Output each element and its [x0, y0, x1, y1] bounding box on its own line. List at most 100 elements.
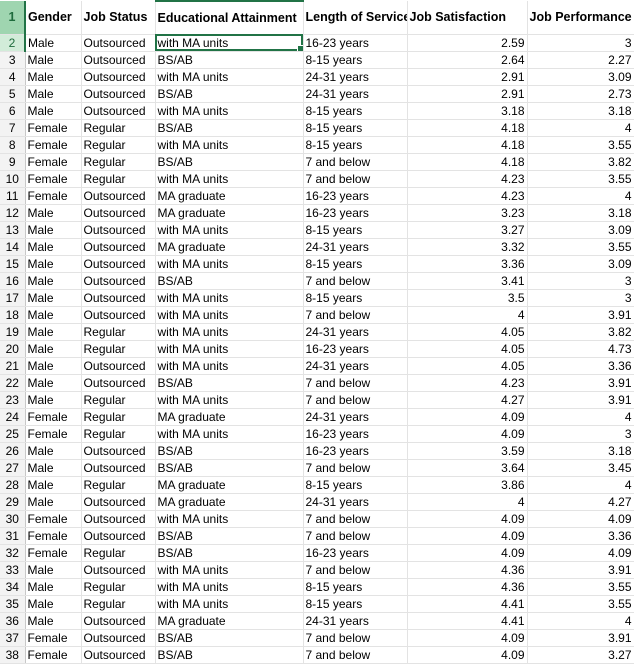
- job-status-cell[interactable]: Regular: [81, 578, 156, 596]
- row-number[interactable]: 9: [0, 153, 26, 171]
- gender-cell[interactable]: Female: [25, 510, 82, 528]
- educational-attainment-cell[interactable]: with MA units: [155, 595, 304, 613]
- educational-attainment-cell[interactable]: with MA units: [155, 578, 304, 596]
- job-satisfaction-cell[interactable]: 4.09: [407, 629, 528, 647]
- row-number[interactable]: 18: [0, 306, 26, 324]
- job-satisfaction-cell[interactable]: 3.36: [407, 255, 528, 273]
- gender-cell[interactable]: Male: [25, 493, 82, 511]
- row-number[interactable]: 29: [0, 493, 26, 511]
- row-number[interactable]: 19: [0, 323, 26, 341]
- job-performance-cell[interactable]: 3.45: [527, 459, 634, 477]
- job-performance-cell[interactable]: 3.09: [527, 221, 634, 239]
- job-satisfaction-cell[interactable]: 4.05: [407, 340, 528, 358]
- header-cell-job-satisfaction[interactable]: Job Satisfaction: [407, 1, 528, 35]
- educational-attainment-cell[interactable]: with MA units: [155, 306, 304, 324]
- educational-attainment-cell[interactable]: with MA units: [155, 68, 304, 86]
- educational-attainment-cell[interactable]: with MA units: [155, 255, 304, 273]
- gender-cell[interactable]: Female: [25, 153, 82, 171]
- job-performance-cell[interactable]: 3.36: [527, 527, 634, 545]
- gender-cell[interactable]: Female: [25, 119, 82, 137]
- spreadsheet-grid[interactable]: 1 Gender Job Status Educational Attainme…: [0, 0, 634, 664]
- job-performance-cell[interactable]: 3.55: [527, 595, 634, 613]
- length-of-service-cell[interactable]: 8-15 years: [303, 289, 408, 307]
- job-status-cell[interactable]: Outsourced: [81, 68, 156, 86]
- row-number[interactable]: 13: [0, 221, 26, 239]
- job-status-cell[interactable]: Regular: [81, 340, 156, 358]
- gender-cell[interactable]: Male: [25, 68, 82, 86]
- job-status-cell[interactable]: Outsourced: [81, 204, 156, 222]
- row-number[interactable]: 16: [0, 272, 26, 290]
- job-satisfaction-cell[interactable]: 4.09: [407, 510, 528, 528]
- job-satisfaction-cell[interactable]: 2.91: [407, 85, 528, 103]
- gender-cell[interactable]: Male: [25, 357, 82, 375]
- length-of-service-cell[interactable]: 8-15 years: [303, 136, 408, 154]
- length-of-service-cell[interactable]: 7 and below: [303, 527, 408, 545]
- row-number[interactable]: 24: [0, 408, 26, 426]
- length-of-service-cell[interactable]: 24-31 years: [303, 408, 408, 426]
- job-status-cell[interactable]: Outsourced: [81, 493, 156, 511]
- length-of-service-cell[interactable]: 16-23 years: [303, 340, 408, 358]
- educational-attainment-cell[interactable]: MA graduate: [155, 204, 304, 222]
- job-status-cell[interactable]: Regular: [81, 425, 156, 443]
- job-satisfaction-cell[interactable]: 4.41: [407, 612, 528, 630]
- length-of-service-cell[interactable]: 16-23 years: [303, 34, 408, 52]
- job-status-cell[interactable]: Outsourced: [81, 85, 156, 103]
- gender-cell[interactable]: Female: [25, 170, 82, 188]
- job-satisfaction-cell[interactable]: 4.41: [407, 595, 528, 613]
- job-performance-cell[interactable]: 4: [527, 119, 634, 137]
- gender-cell[interactable]: Male: [25, 255, 82, 273]
- job-performance-cell[interactable]: 3.91: [527, 391, 634, 409]
- job-satisfaction-cell[interactable]: 3.41: [407, 272, 528, 290]
- job-satisfaction-cell[interactable]: 3.86: [407, 476, 528, 494]
- job-status-cell[interactable]: Outsourced: [81, 102, 156, 120]
- gender-cell[interactable]: Male: [25, 578, 82, 596]
- job-performance-cell[interactable]: 3.91: [527, 561, 634, 579]
- row-number[interactable]: 34: [0, 578, 26, 596]
- job-status-cell[interactable]: Outsourced: [81, 612, 156, 630]
- row-number[interactable]: 28: [0, 476, 26, 494]
- job-satisfaction-cell[interactable]: 4: [407, 306, 528, 324]
- gender-cell[interactable]: Male: [25, 306, 82, 324]
- job-satisfaction-cell[interactable]: 3.27: [407, 221, 528, 239]
- row-number[interactable]: 33: [0, 561, 26, 579]
- job-status-cell[interactable]: Regular: [81, 170, 156, 188]
- educational-attainment-cell[interactable]: MA graduate: [155, 612, 304, 630]
- job-satisfaction-cell[interactable]: 4.23: [407, 374, 528, 392]
- job-status-cell[interactable]: Outsourced: [81, 255, 156, 273]
- gender-cell[interactable]: Male: [25, 238, 82, 256]
- row-number[interactable]: 30: [0, 510, 26, 528]
- job-status-cell[interactable]: Outsourced: [81, 238, 156, 256]
- educational-attainment-cell[interactable]: BS/AB: [155, 442, 304, 460]
- job-performance-cell[interactable]: 3.55: [527, 578, 634, 596]
- gender-cell[interactable]: Female: [25, 408, 82, 426]
- job-performance-cell[interactable]: 3.55: [527, 238, 634, 256]
- job-satisfaction-cell[interactable]: 4.09: [407, 527, 528, 545]
- job-satisfaction-cell[interactable]: 4.09: [407, 425, 528, 443]
- job-status-cell[interactable]: Regular: [81, 136, 156, 154]
- job-status-cell[interactable]: Outsourced: [81, 629, 156, 647]
- educational-attainment-cell[interactable]: MA graduate: [155, 493, 304, 511]
- header-cell-educational-attainment[interactable]: Educational Attainment: [155, 0, 304, 35]
- row-number[interactable]: 23: [0, 391, 26, 409]
- job-status-cell[interactable]: Regular: [81, 408, 156, 426]
- gender-cell[interactable]: Male: [25, 374, 82, 392]
- row-number[interactable]: 22: [0, 374, 26, 392]
- row-number[interactable]: 20: [0, 340, 26, 358]
- row-number[interactable]: 15: [0, 255, 26, 273]
- gender-cell[interactable]: Female: [25, 646, 82, 664]
- length-of-service-cell[interactable]: 24-31 years: [303, 85, 408, 103]
- job-status-cell[interactable]: Outsourced: [81, 51, 156, 69]
- length-of-service-cell[interactable]: 7 and below: [303, 510, 408, 528]
- job-performance-cell[interactable]: 3.82: [527, 323, 634, 341]
- educational-attainment-cell[interactable]: BS/AB: [155, 272, 304, 290]
- row-number[interactable]: 1: [0, 1, 26, 35]
- gender-cell[interactable]: Male: [25, 442, 82, 460]
- educational-attainment-cell[interactable]: MA graduate: [155, 408, 304, 426]
- educational-attainment-cell[interactable]: with MA units: [155, 323, 304, 341]
- educational-attainment-cell[interactable]: BS/AB: [155, 629, 304, 647]
- row-number[interactable]: 6: [0, 102, 26, 120]
- length-of-service-cell[interactable]: 7 and below: [303, 646, 408, 664]
- job-satisfaction-cell[interactable]: 4.05: [407, 323, 528, 341]
- row-number[interactable]: 4: [0, 68, 26, 86]
- length-of-service-cell[interactable]: 8-15 years: [303, 255, 408, 273]
